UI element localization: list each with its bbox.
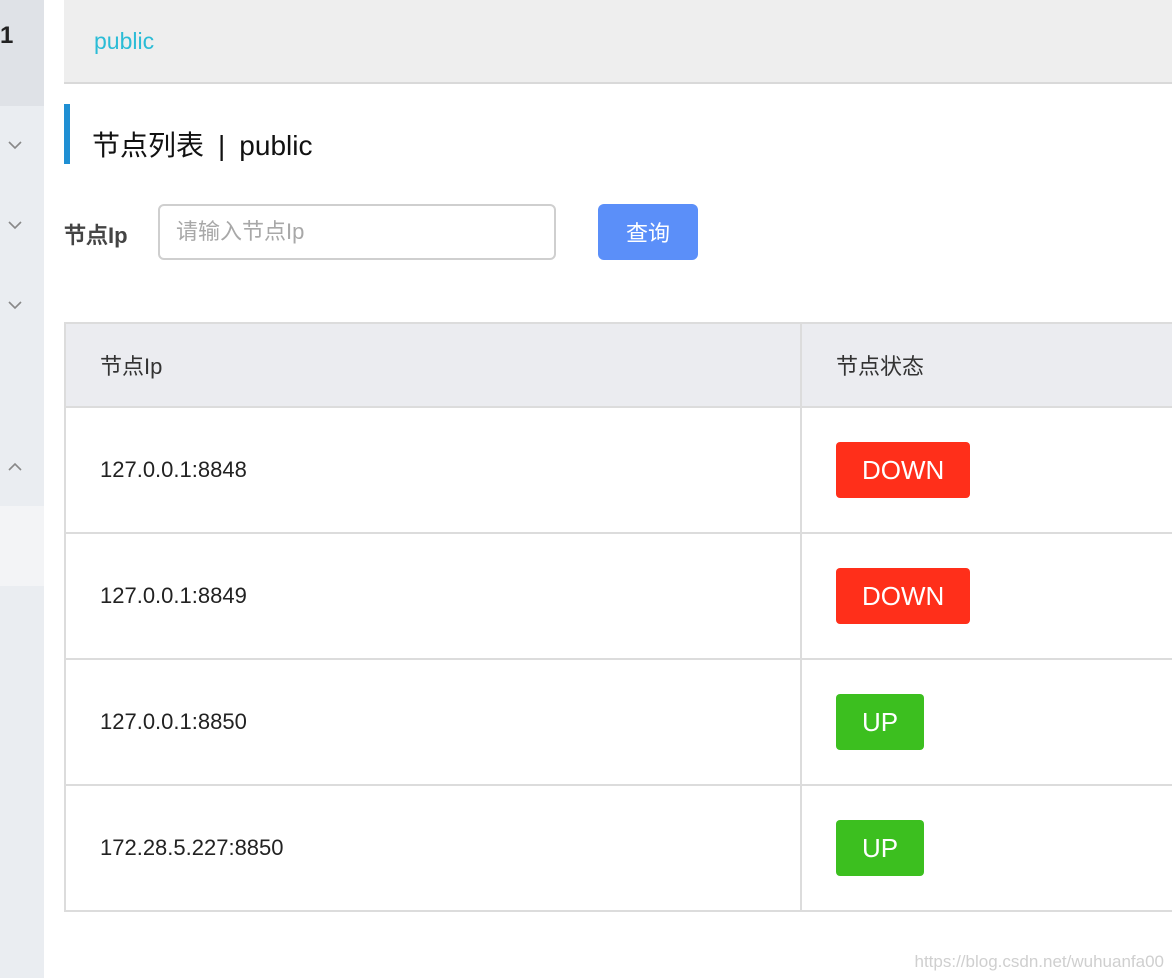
node-ip-cell: 172.28.5.227:8850 <box>64 784 802 912</box>
status-badge: DOWN <box>836 442 971 498</box>
table-row: 172.28.5.227:8850 UP <box>64 784 1172 912</box>
sidebar-number: 1 <box>0 22 14 49</box>
column-header-status: 节点状态 <box>800 322 1172 408</box>
chevron-down-icon[interactable] <box>6 216 24 234</box>
node-ip-label: 节点Ip <box>64 223 128 248</box>
sidebar-header: 1 <box>0 0 44 106</box>
watermark: https://blog.csdn.net/wuhuanfa00 <box>914 952 1164 971</box>
page-title-main: 节点列表 <box>92 130 205 161</box>
table-row: 127.0.0.1:8849 DOWN <box>64 532 1172 660</box>
node-ip-cell: 127.0.0.1:8848 <box>64 406 802 534</box>
namespace-tab[interactable]: public <box>94 28 154 55</box>
node-status-cell: DOWN <box>800 406 1172 534</box>
title-separator: | <box>218 130 226 161</box>
sidebar: 1 <box>0 0 44 978</box>
title-accent-bar <box>64 104 70 164</box>
table-header-row: 节点Ip 节点状态 <box>64 322 1172 408</box>
node-status-cell: UP <box>800 784 1172 912</box>
namespace-bar: public <box>64 0 1172 84</box>
query-button[interactable]: 查询 <box>598 204 698 260</box>
chevron-down-icon[interactable] <box>6 136 24 154</box>
chevron-down-icon[interactable] <box>6 296 24 314</box>
column-header-ip: 节点Ip <box>64 322 802 408</box>
table-row: 127.0.0.1:8850 UP <box>64 658 1172 786</box>
node-ip-input[interactable] <box>158 204 556 260</box>
node-table: 节点Ip 节点状态 127.0.0.1:8848 DOWN 127.0.0.1:… <box>64 322 1172 912</box>
page-title: 节点列表 | public <box>92 124 312 164</box>
status-badge: UP <box>836 694 925 750</box>
status-badge: UP <box>836 820 925 876</box>
node-status-cell: DOWN <box>800 532 1172 660</box>
node-ip-cell: 127.0.0.1:8850 <box>64 658 802 786</box>
node-status-cell: UP <box>800 658 1172 786</box>
sidebar-active-item[interactable] <box>0 506 44 586</box>
page-title-namespace: public <box>239 130 313 161</box>
node-ip-cell: 127.0.0.1:8849 <box>64 532 802 660</box>
table-row: 127.0.0.1:8848 DOWN <box>64 406 1172 534</box>
chevron-up-icon[interactable] <box>6 458 24 476</box>
status-badge: DOWN <box>836 568 971 624</box>
